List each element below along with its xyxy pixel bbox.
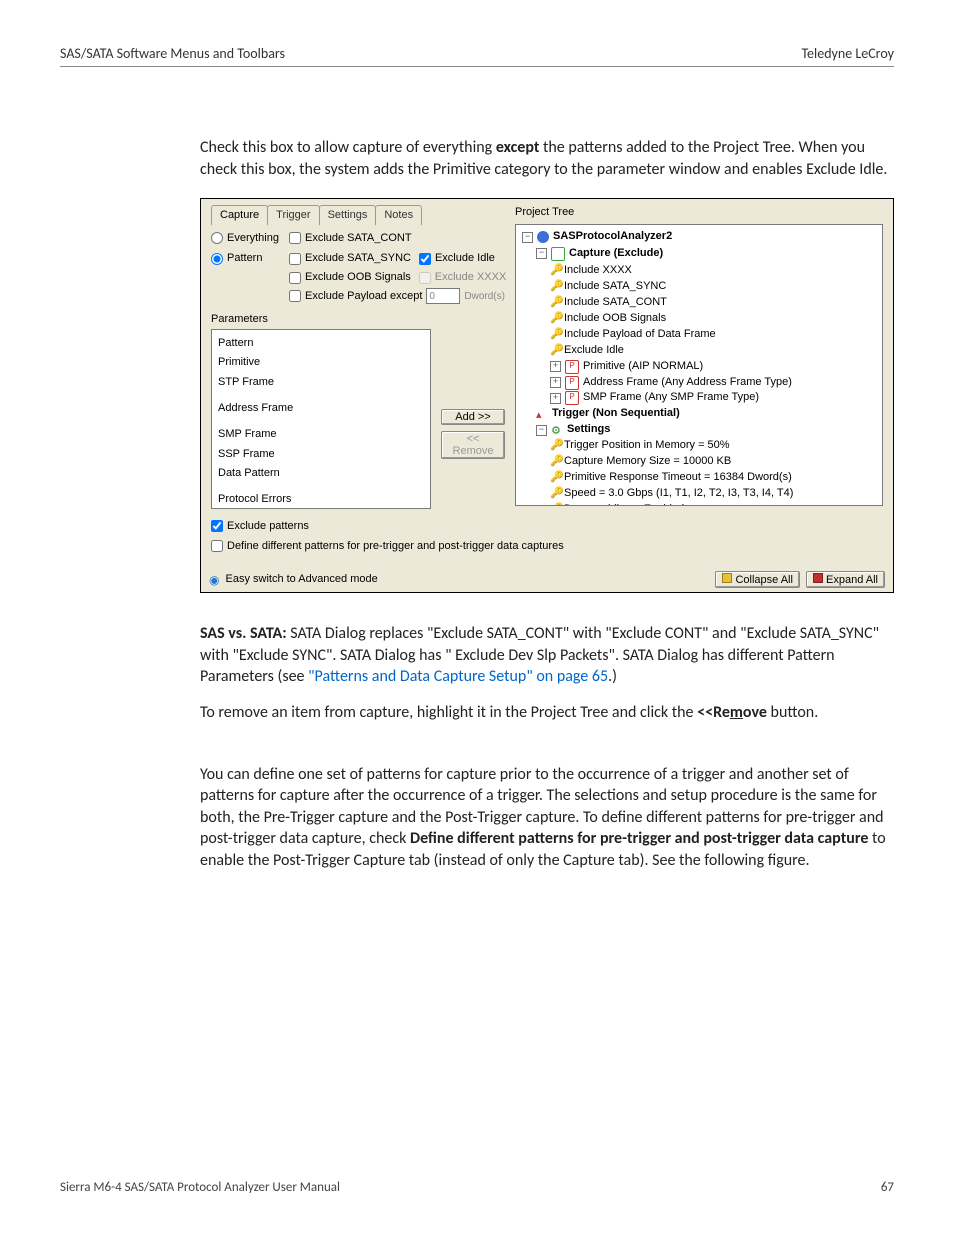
tree-item[interactable]: Trigger Position in Memory = 50%: [564, 438, 730, 454]
footer-left: Sierra M6-4 SAS/SATA Protocol Analyzer U…: [60, 1180, 340, 1195]
tree-item[interactable]: Include SATA_SYNC: [564, 279, 666, 295]
trigger-icon: ▴: [536, 408, 548, 420]
collapse-icon[interactable]: −: [522, 232, 533, 243]
expand-icon: [813, 573, 823, 583]
tab-notes[interactable]: Notes: [375, 205, 422, 225]
key-icon: 🔑: [550, 470, 560, 486]
collapse-icon[interactable]: −: [536, 248, 547, 259]
tree-capture[interactable]: Capture (Exclude): [569, 246, 663, 262]
collapse-all-button[interactable]: Collapse All: [715, 571, 800, 588]
tabs-row: Capture Trigger Settings Notes: [211, 205, 505, 225]
list-item[interactable]: STP Frame: [218, 373, 424, 393]
expand-icon[interactable]: +: [550, 393, 561, 404]
payload-dword-input[interactable]: [426, 288, 460, 304]
collapse-icon: [722, 573, 732, 583]
project-tree[interactable]: −SASProtocolAnalyzer2 −Capture (Exclude)…: [515, 224, 883, 506]
page-header: SAS/SATA Software Menus and Toolbars Tel…: [60, 45, 894, 67]
list-item[interactable]: Data Pattern: [218, 464, 424, 484]
expand-all-button[interactable]: Expand All: [806, 571, 885, 588]
chk-excl-sata-cont[interactable]: Exclude SATA_CONT: [289, 231, 412, 246]
tree-item[interactable]: Descrambling = Enabled: [564, 502, 684, 506]
tree-item[interactable]: Include SATA_CONT: [564, 295, 667, 311]
project-tree-label: Project Tree: [515, 205, 883, 220]
parameters-listbox[interactable]: Pattern Primitive STP Frame Address Fram…: [211, 329, 431, 509]
analyzer-icon: [537, 231, 549, 243]
tree-item[interactable]: SMP Frame (Any SMP Frame Type): [583, 390, 759, 406]
key-icon: 🔑: [550, 438, 560, 454]
screenshot-figure: Capture Trigger Settings Notes Everythin…: [200, 198, 894, 593]
tree-settings[interactable]: Settings: [567, 422, 610, 438]
chk-exclude-patterns[interactable]: Exclude patterns: [211, 519, 309, 534]
tree-item[interactable]: Speed = 3.0 Gbps (I1, T1, I2, T2, I3, T3…: [564, 486, 793, 502]
radio-pattern[interactable]: Pattern: [211, 251, 262, 266]
list-item[interactable]: SSP Frame: [218, 445, 424, 465]
tree-item[interactable]: Capture Memory Size = 10000 KB: [564, 454, 731, 470]
p-icon: P: [565, 360, 579, 374]
key-icon: 🔑: [550, 502, 560, 506]
define-patterns-paragraph: You can define one set of patterns for c…: [200, 764, 894, 872]
page-footer: Sierra M6-4 SAS/SATA Protocol Analyzer U…: [60, 1180, 894, 1195]
key-icon: 🔑: [550, 263, 560, 279]
remove-button[interactable]: << Remove: [441, 431, 505, 459]
key-icon: 🔑: [550, 295, 560, 311]
chk-excl-oob[interactable]: Exclude OOB Signals: [289, 270, 411, 285]
tree-root[interactable]: SASProtocolAnalyzer2: [553, 229, 672, 245]
tree-item[interactable]: Include XXXX: [564, 263, 632, 279]
remove-paragraph: To remove an item from capture, highligh…: [200, 702, 894, 724]
tab-capture[interactable]: Capture: [211, 205, 268, 225]
key-icon: 🔑: [550, 343, 560, 359]
link-patterns-setup[interactable]: "Patterns and Data Capture Setup" on pag…: [308, 667, 608, 686]
chk-excl-sata-sync[interactable]: Exclude SATA_SYNC: [289, 251, 411, 266]
sas-vs-sata-paragraph: SAS vs. SATA: SATA Dialog replaces "Excl…: [200, 623, 894, 688]
tree-item[interactable]: Primitive (AIP NORMAL): [583, 359, 703, 375]
tree-item[interactable]: Address Frame (Any Address Frame Type): [583, 375, 792, 391]
chk-excl-xxxx: Exclude XXXX: [419, 270, 507, 285]
list-item[interactable]: Address Frame: [218, 399, 424, 419]
key-icon: 🔑: [550, 486, 560, 502]
header-left: SAS/SATA Software Menus and Toolbars: [60, 45, 285, 62]
tab-settings[interactable]: Settings: [319, 205, 377, 225]
key-icon: 🔑: [550, 279, 560, 295]
tree-item[interactable]: Primitive Response Timeout = 16384 Dword…: [564, 470, 792, 486]
radio-everything[interactable]: Everything: [211, 231, 279, 246]
tree-item[interactable]: Include OOB Signals: [564, 311, 666, 327]
footer-page-number: 67: [881, 1180, 894, 1195]
key-icon: 🔑: [550, 327, 560, 343]
list-item[interactable]: Protocol Errors: [218, 490, 424, 508]
p-icon: P: [565, 376, 579, 390]
add-button[interactable]: Add >>: [441, 409, 505, 425]
tab-trigger[interactable]: Trigger: [267, 205, 319, 225]
header-right: Teledyne LeCroy: [801, 45, 894, 62]
tree-trigger[interactable]: Trigger (Non Sequential): [552, 406, 680, 422]
parameters-label: Parameters: [211, 312, 505, 327]
list-item[interactable]: SMP Frame: [218, 425, 424, 445]
list-item[interactable]: Primitive: [218, 353, 424, 373]
expand-icon[interactable]: +: [550, 361, 561, 372]
collapse-icon[interactable]: −: [536, 425, 547, 436]
key-icon: 🔑: [550, 454, 560, 470]
easy-switch-link[interactable]: Easy switch to Advanced mode: [225, 572, 377, 587]
key-icon: 🔑: [550, 311, 560, 327]
tree-item[interactable]: Exclude Idle: [564, 343, 624, 359]
chk-excl-payload[interactable]: Exclude Payload except: [289, 289, 422, 304]
dword-label: Dword(s): [464, 290, 505, 304]
p-icon: P: [565, 391, 579, 405]
capture-icon: [551, 247, 565, 261]
eye-icon: ◉: [209, 572, 219, 588]
settings-icon: ⚙: [551, 424, 563, 436]
intro-paragraph: Check this box to allow capture of every…: [200, 137, 894, 180]
expand-icon[interactable]: +: [550, 377, 561, 388]
tree-item[interactable]: Include Payload of Data Frame: [564, 327, 716, 343]
list-item[interactable]: Pattern: [218, 334, 424, 354]
chk-excl-idle[interactable]: Exclude Idle: [419, 251, 495, 266]
